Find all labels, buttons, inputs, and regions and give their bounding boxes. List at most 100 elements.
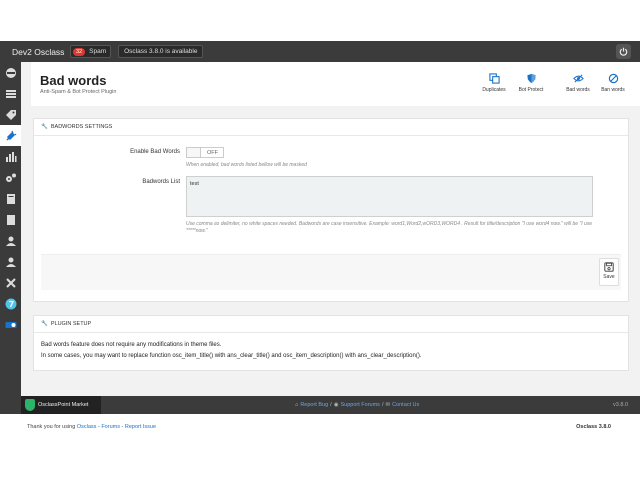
tab-ban-words-label: Ban words — [601, 87, 625, 93]
power-icon — [619, 47, 628, 56]
tab-bad-words-label: Bad words — [566, 87, 590, 93]
page-title: Bad words — [40, 73, 107, 88]
badwords-list-textarea[interactable]: test — [186, 176, 593, 217]
sidebar-item-toggle[interactable] — [0, 314, 21, 335]
contact-us-link[interactable]: Contact Us — [392, 402, 419, 408]
footer-version: v3.8.0 — [613, 402, 628, 408]
spam-label: Spam — [89, 48, 107, 55]
list-help-text: Use comma as delimiter, no white spaces … — [186, 221, 606, 235]
site-brand[interactable]: Dev2 Osclass — [0, 47, 66, 57]
report-issue-link[interactable]: Report Issue — [125, 424, 156, 430]
footer-separator: / — [381, 402, 384, 408]
sidebar-item-categories[interactable] — [0, 104, 21, 125]
version-available-button[interactable]: Osclass 3.8.0 is available — [118, 45, 204, 58]
market-label: OsclassPoint Market — [38, 402, 89, 408]
sidebar-item-appearance[interactable] — [0, 188, 21, 209]
sidebar-item-admins[interactable] — [0, 251, 21, 272]
sidebar-item-osclasspoint[interactable] — [0, 293, 21, 314]
toggle-knob — [187, 148, 201, 157]
enable-help-text: When enabled, bad words listed bellow wi… — [186, 162, 307, 168]
osclasspoint-market-link[interactable]: OsclassPoint Market — [21, 396, 101, 414]
thanks-label: Thank you for using — [27, 424, 76, 430]
list-help-line-2: *****now." — [186, 228, 208, 234]
osclasspoint-icon — [5, 298, 16, 309]
admin-user-icon — [5, 257, 16, 267]
bottom-version: Osclass 3.8.0 — [576, 424, 611, 430]
support-forums-link[interactable]: Support Forums — [341, 402, 380, 408]
badwords-settings-box: 🔧 BADWORDS SETTINGS Enable Bad Words OFF… — [33, 118, 629, 302]
gears-icon — [5, 173, 16, 182]
main-content: Bad words Anti-Spam & Bot Protect Plugin… — [21, 62, 640, 396]
sidebar-item-tools[interactable] — [0, 272, 21, 293]
page-subtitle: Anti-Spam & Bot Protect Plugin — [40, 89, 117, 95]
duplicates-icon — [488, 73, 500, 84]
wrench-icon: 🔧 — [41, 124, 48, 130]
sidebar-item-settings[interactable] — [0, 167, 21, 188]
footer-bar: OsclassPoint Market ⌂ Report Bug / ◉ Sup… — [21, 396, 640, 414]
report-bug-link[interactable]: Report Bug — [300, 402, 328, 408]
tab-bot-protect[interactable]: Bot Protect — [516, 73, 546, 93]
shield-icon — [526, 73, 536, 84]
plugin-setup-heading-text: PLUGIN SETUP — [50, 321, 92, 327]
toggle-state: OFF — [207, 149, 218, 156]
settings-heading: 🔧 BADWORDS SETTINGS — [34, 119, 628, 136]
spam-count-badge: 32 — [73, 47, 86, 56]
bar-chart-icon — [5, 151, 16, 162]
file-icon — [6, 193, 15, 204]
user-icon — [5, 236, 16, 246]
osclass-link[interactable]: Osclass — [77, 424, 97, 430]
market-logo-icon — [25, 399, 35, 411]
page-header: Bad words Anti-Spam & Bot Protect Plugin… — [31, 62, 640, 106]
plugin-setup-line-2: In some cases, you may want to replace f… — [41, 353, 422, 359]
footer-links: ⌂ Report Bug / ◉ Support Forums / ✉ Cont… — [295, 402, 419, 408]
forums-link[interactable]: Forums — [101, 424, 120, 430]
toggle-icon — [5, 321, 16, 328]
tag-icon — [5, 109, 16, 120]
sidebar-item-plugins[interactable] — [0, 125, 21, 146]
floppy-icon — [604, 262, 614, 272]
tab-duplicates[interactable]: Duplicates — [479, 73, 509, 93]
eye-slash-icon — [572, 74, 584, 83]
dash-separator: - — [121, 424, 124, 430]
save-button[interactable]: Save — [599, 258, 619, 286]
tab-bot-protect-label: Bot Protect — [518, 87, 544, 93]
dashboard-icon — [5, 67, 16, 78]
bottom-blank — [0, 438, 640, 480]
enable-bad-words-toggle[interactable]: OFF — [186, 147, 224, 158]
save-label: Save — [603, 274, 615, 280]
admin-sidebar — [0, 62, 21, 438]
dash-separator: - — [97, 424, 100, 430]
tab-duplicates-label: Duplicates — [482, 87, 506, 93]
save-area: Save — [41, 254, 621, 290]
plugin-setup-line-1: Bad words feature does not require any m… — [41, 342, 222, 348]
top-blank — [0, 0, 640, 41]
bottom-bar: Thank you for using Osclass - Forums - R… — [0, 414, 640, 438]
plug-icon — [5, 130, 16, 141]
logout-button[interactable] — [616, 44, 631, 59]
tab-bad-words[interactable]: Bad words — [563, 73, 593, 93]
tools-icon — [5, 277, 16, 288]
plugin-setup-heading: 🔧 PLUGIN SETUP — [34, 316, 628, 333]
sidebar-item-pages[interactable] — [0, 209, 21, 230]
tab-ban-words[interactable]: Ban words — [598, 73, 628, 93]
footer-separator: / — [330, 402, 332, 408]
enable-bad-words-label: Enable Bad Words — [130, 149, 180, 155]
mail-icon: ✉ — [385, 402, 391, 408]
home-icon: ⌂ — [295, 402, 299, 408]
wrench-icon: 🔧 — [41, 321, 48, 327]
settings-heading-text: BADWORDS SETTINGS — [50, 124, 113, 130]
sidebar-item-users[interactable] — [0, 230, 21, 251]
badwords-list-label: Badwords List — [142, 179, 180, 185]
admin-topbar: Dev2 Osclass 32 Spam Osclass 3.8.0 is av… — [0, 41, 640, 62]
ban-icon — [608, 73, 618, 84]
list-help-line-1: Use comma as delimiter, no white spaces … — [186, 221, 593, 227]
sidebar-item-stats[interactable] — [0, 146, 21, 167]
page-icon — [6, 214, 15, 225]
thanks-text: Thank you for using Osclass - Forums - R… — [27, 424, 156, 430]
plugin-setup-box: 🔧 PLUGIN SETUP Bad words feature does no… — [33, 315, 629, 371]
forum-icon: ◉ — [333, 402, 339, 408]
list-icon — [5, 89, 16, 98]
sidebar-item-dashboard[interactable] — [0, 62, 21, 83]
sidebar-item-listings[interactable] — [0, 83, 21, 104]
spam-button[interactable]: 32 Spam — [70, 45, 112, 58]
